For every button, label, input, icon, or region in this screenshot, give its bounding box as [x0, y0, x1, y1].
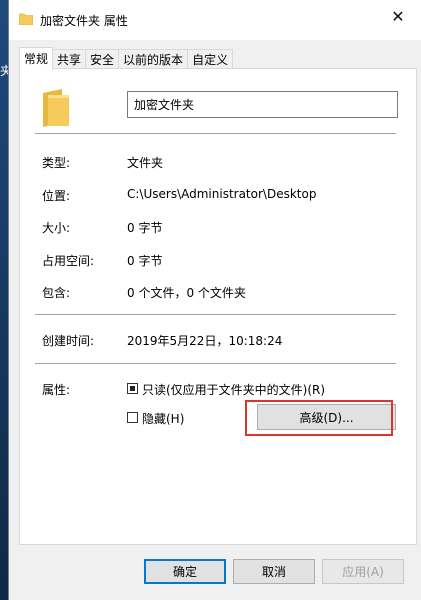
- desktop-background: [0, 0, 8, 600]
- folder-name-input[interactable]: [127, 91, 398, 118]
- created-value: 2019年5月22日，10:18:24: [127, 334, 283, 348]
- close-button[interactable]: ✕: [375, 0, 421, 32]
- location-label: 位置:: [42, 189, 71, 203]
- tab-security[interactable]: 安全: [85, 49, 120, 70]
- size-value: 0 字节: [127, 221, 163, 235]
- close-icon: ✕: [391, 6, 405, 26]
- size-on-disk-label: 占用空间:: [42, 254, 95, 268]
- divider: [35, 133, 396, 134]
- size-on-disk-value: 0 字节: [127, 254, 163, 268]
- readonly-label[interactable]: 只读(仅应用于文件夹中的文件)(R): [142, 381, 325, 398]
- tab-bar: 常规 共享 安全 以前的版本 自定义: [19, 47, 234, 70]
- title-bar[interactable]: 加密文件夹 属性 ✕: [9, 0, 421, 40]
- type-value: 文件夹: [127, 156, 164, 170]
- tab-previous-versions[interactable]: 以前的版本: [118, 49, 189, 70]
- window-title: 加密文件夹 属性: [40, 14, 128, 28]
- tab-general[interactable]: 常规: [19, 47, 54, 70]
- cancel-button[interactable]: 取消: [233, 559, 315, 584]
- folder-icon: [43, 89, 69, 127]
- hidden-label[interactable]: 隐藏(H): [142, 410, 184, 427]
- tab-sharing[interactable]: 共享: [52, 49, 87, 70]
- divider: [35, 363, 396, 364]
- attributes-label: 属性:: [42, 383, 71, 397]
- ok-button[interactable]: 确定: [144, 559, 226, 584]
- tab-customize[interactable]: 自定义: [187, 49, 234, 70]
- apply-button[interactable]: 应用(A): [322, 559, 404, 584]
- location-value: C:\Users\Administrator\Desktop: [127, 187, 317, 201]
- readonly-checkbox[interactable]: [127, 383, 138, 394]
- type-label: 类型:: [42, 156, 71, 170]
- divider: [35, 314, 396, 315]
- contains-label: 包含:: [42, 286, 71, 300]
- folder-icon: [19, 13, 33, 25]
- size-label: 大小:: [42, 221, 71, 235]
- created-label: 创建时间:: [42, 334, 95, 348]
- hidden-checkbox[interactable]: [127, 412, 138, 423]
- highlight-box: [245, 400, 393, 436]
- properties-window: 加密文件夹 属性 ✕ 常规 共享 安全 以前的版本 自定义 类型: 文件夹 位置…: [8, 0, 421, 600]
- general-panel: 类型: 文件夹 位置: C:\Users\Administrator\Deskt…: [19, 68, 417, 545]
- contains-value: 0 个文件，0 个文件夹: [127, 286, 246, 300]
